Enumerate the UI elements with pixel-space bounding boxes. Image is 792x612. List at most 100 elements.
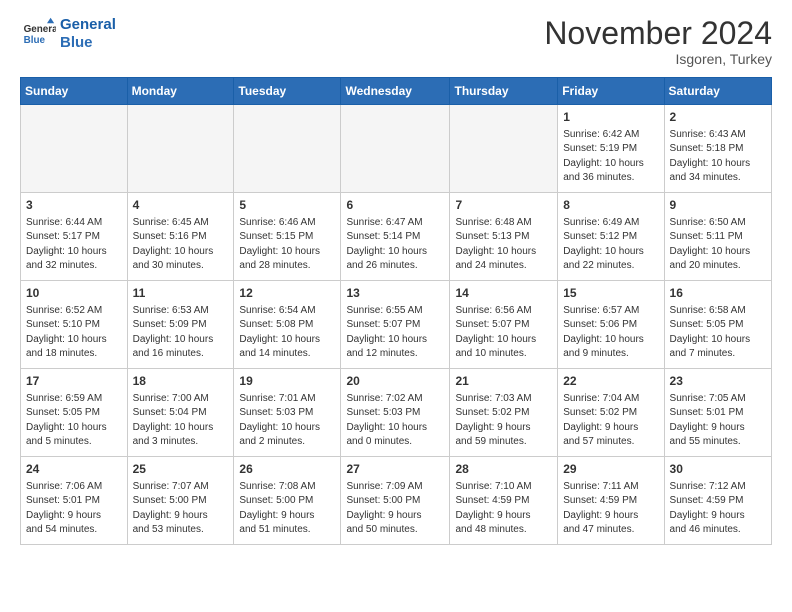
day-info: Sunrise: 7:09 AM Sunset: 5:00 PM Dayligh…	[346, 480, 444, 538]
calendar-day: 6Sunrise: 6:47 AM Sunset: 5:14 PM Daylig…	[341, 193, 450, 281]
day-number: 28	[455, 461, 552, 478]
day-number: 5	[239, 197, 335, 214]
calendar-day: 15Sunrise: 6:57 AM Sunset: 5:06 PM Dayli…	[558, 281, 664, 369]
calendar-day	[21, 105, 128, 193]
day-number: 8	[563, 197, 658, 214]
day-info: Sunrise: 6:47 AM Sunset: 5:14 PM Dayligh…	[346, 216, 444, 274]
calendar-day	[234, 105, 341, 193]
day-number: 13	[346, 285, 444, 302]
day-info: Sunrise: 7:07 AM Sunset: 5:00 PM Dayligh…	[133, 480, 229, 538]
location: Isgoren, Turkey	[544, 51, 772, 67]
calendar-day: 16 Sunrise: 6:58 AM Sunset: 5:05 PM Dayli…	[664, 281, 771, 369]
calendar-day: 3 Sunrise: 6:44 AM Sunset: 5:17 PM Daylig…	[21, 193, 128, 281]
calendar-day: 29Sunrise: 7:11 AM Sunset: 4:59 PM Dayli…	[558, 457, 664, 545]
day-number: 2	[670, 109, 766, 126]
day-number: 4	[133, 197, 229, 214]
day-number: 12	[239, 285, 335, 302]
day-info: Sunrise: 7:10 AM Sunset: 4:59 PM Dayligh…	[455, 480, 552, 538]
day-info: Sunrise: 7:04 AM Sunset: 5:02 PM Dayligh…	[563, 392, 658, 450]
day-number: 16	[670, 285, 766, 302]
calendar-day: 18Sunrise: 7:00 AM Sunset: 5:04 PM Dayli…	[127, 369, 234, 457]
day-number: 26	[239, 461, 335, 478]
day-number: 25	[133, 461, 229, 478]
weekday-header: Saturday	[664, 78, 771, 105]
day-info: Sunrise: 7:03 AM Sunset: 5:02 PM Dayligh…	[455, 392, 552, 450]
calendar-day: 7 Sunrise: 6:48 AM Sunset: 5:13 PM Daylig…	[450, 193, 558, 281]
calendar-day: 11Sunrise: 6:53 AM Sunset: 5:09 PM Dayli…	[127, 281, 234, 369]
day-info: Sunrise: 6:42 AM Sunset: 5:19 PM Dayligh…	[563, 128, 658, 186]
day-number: 11	[133, 285, 229, 302]
day-number: 7	[455, 197, 552, 214]
calendar-day: 10Sunrise: 6:52 AM Sunset: 5:10 PM Dayli…	[21, 281, 128, 369]
day-info: Sunrise: 7:01 AM Sunset: 5:03 PM Dayligh…	[239, 392, 335, 450]
day-number: 3	[26, 197, 122, 214]
calendar: SundayMondayTuesdayWednesdayThursdayFrid…	[20, 77, 772, 545]
day-info: Sunrise: 6:45 AM Sunset: 5:16 PM Dayligh…	[133, 216, 229, 274]
day-number: 24	[26, 461, 122, 478]
weekday-header: Monday	[127, 78, 234, 105]
day-info: Sunrise: 6:46 AM Sunset: 5:15 PM Dayligh…	[239, 216, 335, 274]
day-info: Sunrise: 6:49 AM Sunset: 5:12 PM Dayligh…	[563, 216, 658, 274]
day-info: Sunrise: 6:56 AM Sunset: 5:07 PM Dayligh…	[455, 304, 552, 362]
day-info: Sunrise: 6:48 AM Sunset: 5:13 PM Dayligh…	[455, 216, 552, 274]
day-info: Sunrise: 6:43 AM Sunset: 5:18 PM Dayligh…	[670, 128, 766, 186]
calendar-day: 24Sunrise: 7:06 AM Sunset: 5:01 PM Dayli…	[21, 457, 128, 545]
calendar-week: 10Sunrise: 6:52 AM Sunset: 5:10 PM Dayli…	[21, 281, 772, 369]
calendar-day: 19 Sunrise: 7:01 AM Sunset: 5:03 PM Dayli…	[234, 369, 341, 457]
svg-text:General: General	[24, 24, 56, 35]
calendar-day: 22 Sunrise: 7:04 AM Sunset: 5:02 PM Dayli…	[558, 369, 664, 457]
day-info: Sunrise: 6:50 AM Sunset: 5:11 PM Dayligh…	[670, 216, 766, 274]
day-info: Sunrise: 6:57 AM Sunset: 5:06 PM Dayligh…	[563, 304, 658, 362]
day-info: Sunrise: 6:44 AM Sunset: 5:17 PM Dayligh…	[26, 216, 122, 274]
weekday-header: Friday	[558, 78, 664, 105]
calendar-day	[127, 105, 234, 193]
calendar-day: 23Sunrise: 7:05 AM Sunset: 5:01 PM Dayli…	[664, 369, 771, 457]
logo-icon: General Blue	[20, 16, 56, 52]
calendar-day: 9 Sunrise: 6:50 AM Sunset: 5:11 PM Daylig…	[664, 193, 771, 281]
day-number: 18	[133, 373, 229, 390]
calendar-week: 24Sunrise: 7:06 AM Sunset: 5:01 PM Dayli…	[21, 457, 772, 545]
calendar-day: 17Sunrise: 6:59 AM Sunset: 5:05 PM Dayli…	[21, 369, 128, 457]
weekday-header: Wednesday	[341, 78, 450, 105]
day-number: 9	[670, 197, 766, 214]
calendar-week: 3 Sunrise: 6:44 AM Sunset: 5:17 PM Daylig…	[21, 193, 772, 281]
day-number: 19	[239, 373, 335, 390]
calendar-day: 26 Sunrise: 7:08 AM Sunset: 5:00 PM Dayli…	[234, 457, 341, 545]
month-title: November 2024	[544, 16, 772, 51]
calendar-day: 27Sunrise: 7:09 AM Sunset: 5:00 PM Dayli…	[341, 457, 450, 545]
calendar-day: 5 Sunrise: 6:46 AM Sunset: 5:15 PM Daylig…	[234, 193, 341, 281]
logo: General Blue General Blue	[20, 16, 116, 52]
day-number: 1	[563, 109, 658, 126]
weekday-header: Tuesday	[234, 78, 341, 105]
day-info: Sunrise: 6:59 AM Sunset: 5:05 PM Dayligh…	[26, 392, 122, 450]
day-number: 30	[670, 461, 766, 478]
calendar-day: 2 Sunrise: 6:43 AM Sunset: 5:18 PM Daylig…	[664, 105, 771, 193]
day-info: Sunrise: 7:12 AM Sunset: 4:59 PM Dayligh…	[670, 480, 766, 538]
weekday-header: Sunday	[21, 78, 128, 105]
title-section: November 2024 Isgoren, Turkey	[544, 16, 772, 67]
day-info: Sunrise: 6:54 AM Sunset: 5:08 PM Dayligh…	[239, 304, 335, 362]
day-number: 21	[455, 373, 552, 390]
weekday-header: Thursday	[450, 78, 558, 105]
day-number: 22	[563, 373, 658, 390]
calendar-day: 13 Sunrise: 6:55 AM Sunset: 5:07 PM Dayli…	[341, 281, 450, 369]
day-info: Sunrise: 7:08 AM Sunset: 5:00 PM Dayligh…	[239, 480, 335, 538]
day-info: Sunrise: 7:02 AM Sunset: 5:03 PM Dayligh…	[346, 392, 444, 450]
logo-line1: General	[60, 16, 116, 33]
calendar-day: 4 Sunrise: 6:45 AM Sunset: 5:16 PM Daylig…	[127, 193, 234, 281]
logo-line2: Blue	[60, 34, 93, 51]
calendar-day: 1 Sunrise: 6:42 AM Sunset: 5:19 PM Daylig…	[558, 105, 664, 193]
day-info: Sunrise: 6:58 AM Sunset: 5:05 PM Dayligh…	[670, 304, 766, 362]
calendar-day: 12 Sunrise: 6:54 AM Sunset: 5:08 PM Dayli…	[234, 281, 341, 369]
calendar-day: 14 Sunrise: 6:56 AM Sunset: 5:07 PM Dayli…	[450, 281, 558, 369]
logo-text: General Blue	[60, 16, 116, 52]
calendar-day: 21 Sunrise: 7:03 AM Sunset: 5:02 PM Dayli…	[450, 369, 558, 457]
calendar-day	[450, 105, 558, 193]
day-number: 14	[455, 285, 552, 302]
day-info: Sunrise: 6:55 AM Sunset: 5:07 PM Dayligh…	[346, 304, 444, 362]
day-info: Sunrise: 7:05 AM Sunset: 5:01 PM Dayligh…	[670, 392, 766, 450]
page: General Blue General Blue November 2024 …	[0, 0, 792, 561]
header: General Blue General Blue November 2024 …	[20, 16, 772, 67]
day-number: 29	[563, 461, 658, 478]
calendar-day: 30 Sunrise: 7:12 AM Sunset: 4:59 PM Dayli…	[664, 457, 771, 545]
